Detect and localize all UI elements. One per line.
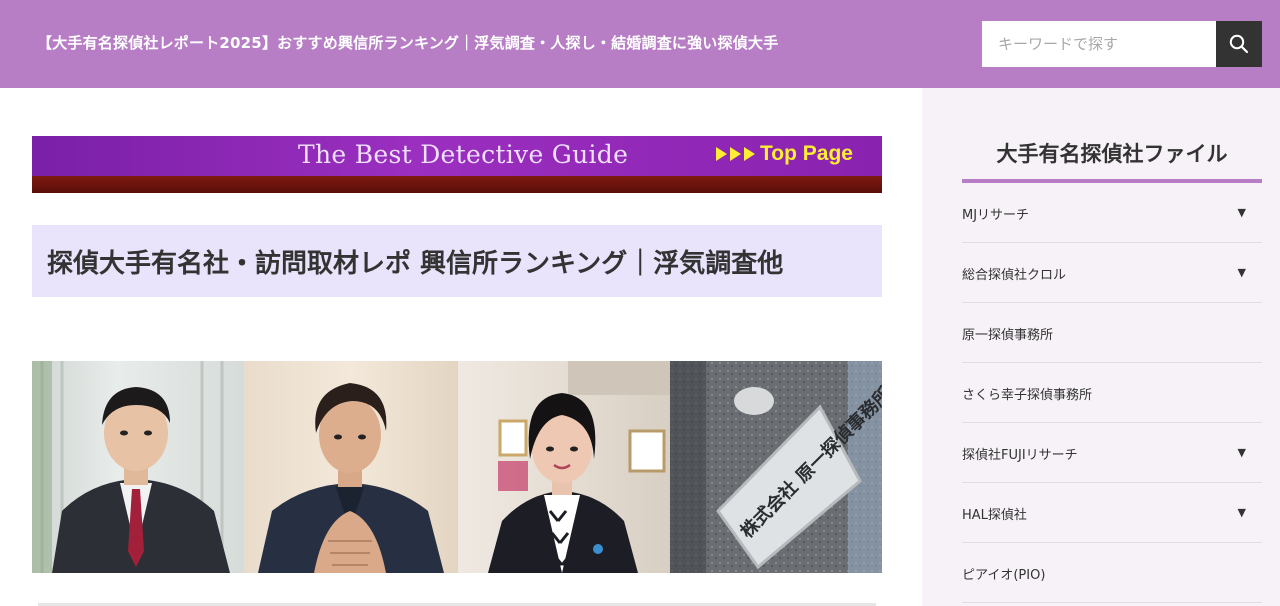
search-input[interactable] xyxy=(982,21,1216,67)
photo-detective-1 xyxy=(32,361,244,573)
sidebar-item-fuji-research[interactable]: 探偵社FUJIリサーチ ▼ xyxy=(962,423,1262,483)
photo-detective-3 xyxy=(458,361,670,573)
photo-detective-2 xyxy=(244,361,458,573)
sidebar-menu: MJリサーチ ▼ 総合探偵社クロル ▼ 原一探偵事務所 さくら幸子探偵事務所 探… xyxy=(962,183,1262,603)
sidebar-item-label: MJリサーチ xyxy=(962,208,1030,223)
main-content: The Best Detective Guide Top Page 探偵大手有名… xyxy=(0,88,922,606)
sidebar-item-label: さくら幸子探偵事務所 xyxy=(962,388,1093,403)
banner-guide-text: The Best Detective Guide xyxy=(298,140,629,169)
sidebar-item-label: ピアイオ(PIO) xyxy=(962,568,1046,583)
caret-down-icon[interactable]: ▼ xyxy=(1238,206,1246,219)
featured-photo-strip: 株式会社 原一探偵事務所 xyxy=(32,361,882,573)
person-illustration xyxy=(258,383,444,573)
page-title-box: 探偵大手有名社・訪問取材レポ 興信所ランキング｜浮気調査他 xyxy=(32,225,882,297)
banner-bottom-band xyxy=(32,176,882,193)
site-header: 【大手有名探偵社レポート2025】おすすめ興信所ランキング｜浮気調査・人探し・結… xyxy=(0,0,1280,88)
person-illustration xyxy=(32,361,230,573)
triple-arrow-icon xyxy=(716,147,755,161)
sidebar-item-mj-research[interactable]: MJリサーチ ▼ xyxy=(962,183,1262,243)
sidebar-item-label: HAL探偵社 xyxy=(962,508,1027,523)
photo-office-sign: 株式会社 原一探偵事務所 xyxy=(670,361,882,573)
banner-top-page-link[interactable]: Top Page xyxy=(760,142,853,166)
search-form xyxy=(982,21,1262,67)
search-icon xyxy=(1229,34,1249,54)
site-title[interactable]: 【大手有名探偵社レポート2025】おすすめ興信所ランキング｜浮気調査・人探し・結… xyxy=(37,32,778,53)
sidebar-item-label: 総合探偵社クロル xyxy=(962,268,1067,283)
caret-down-icon[interactable]: ▼ xyxy=(1238,506,1246,519)
search-button[interactable] xyxy=(1216,21,1262,67)
sidebar-item-label: 探偵社FUJIリサーチ xyxy=(962,448,1078,463)
sidebar-heading: 大手有名探偵社ファイル xyxy=(996,142,1228,166)
caret-down-icon[interactable]: ▼ xyxy=(1238,446,1246,459)
sidebar-item-pio[interactable]: ピアイオ(PIO) xyxy=(962,543,1262,603)
sidebar-item-label: 原一探偵事務所 xyxy=(962,328,1054,343)
sidebar-item-kroll[interactable]: 総合探偵社クロル ▼ xyxy=(962,243,1262,303)
caret-down-icon[interactable]: ▼ xyxy=(1238,266,1246,279)
top-page-banner[interactable]: The Best Detective Guide Top Page xyxy=(32,136,882,193)
person-illustration xyxy=(488,361,670,573)
sidebar: 大手有名探偵社ファイル MJリサーチ ▼ 総合探偵社クロル ▼ 原一探偵事務所 … xyxy=(922,88,1280,606)
office-sign-illustration: 株式会社 原一探偵事務所 xyxy=(670,361,882,573)
sidebar-item-sakura-sachiko[interactable]: さくら幸子探偵事務所 xyxy=(962,363,1262,423)
page-title: 探偵大手有名社・訪問取材レポ 興信所ランキング｜浮気調査他 xyxy=(47,249,784,279)
sidebar-item-haraichi[interactable]: 原一探偵事務所 xyxy=(962,303,1262,363)
sidebar-item-hal[interactable]: HAL探偵社 ▼ xyxy=(962,483,1262,543)
